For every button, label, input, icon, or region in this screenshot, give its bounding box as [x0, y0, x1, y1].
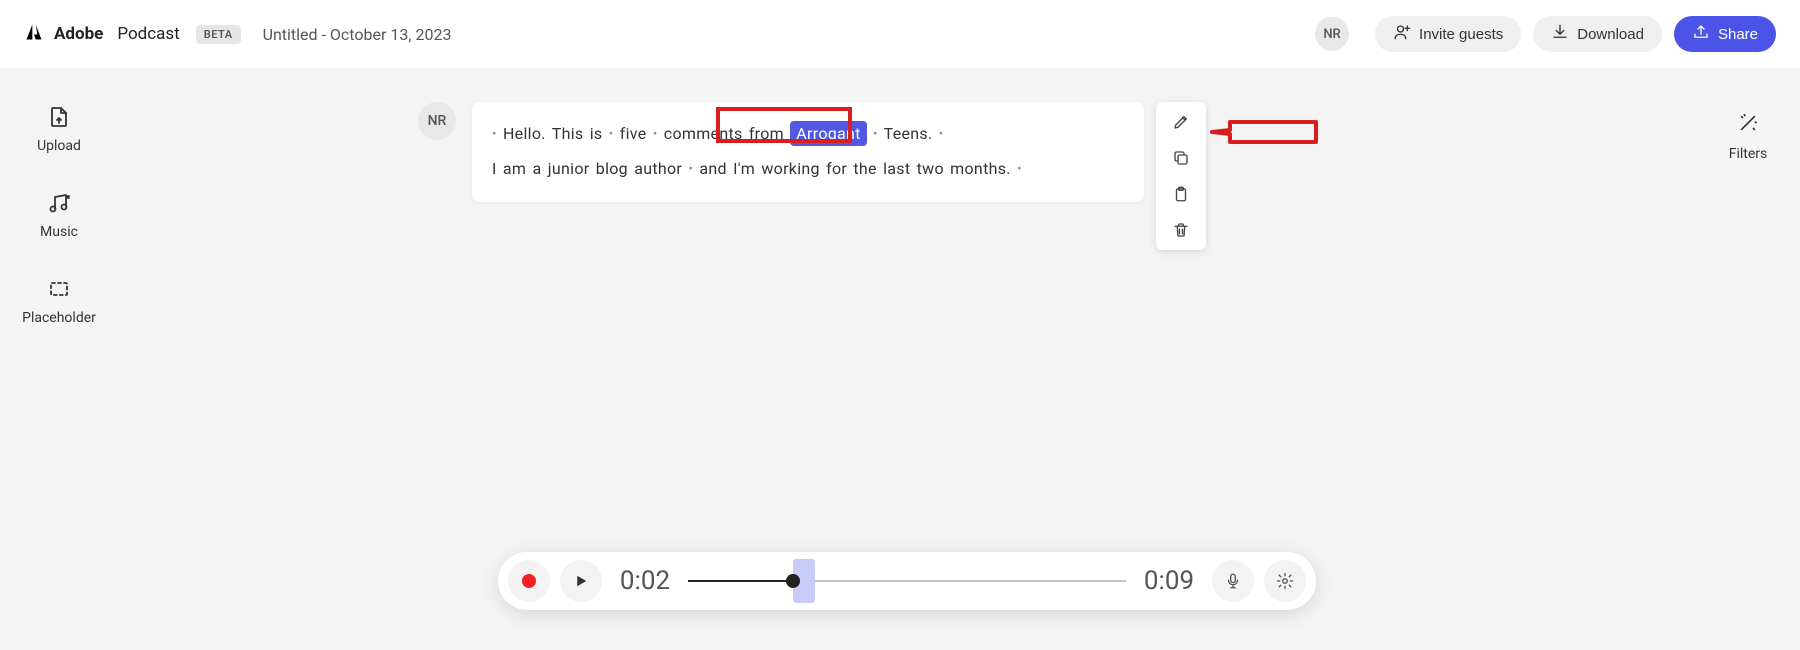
document-title[interactable]: Untitled - October 13, 2023: [263, 25, 452, 44]
share-label: Share: [1718, 26, 1758, 43]
transcript-line-1[interactable]: • Hello. This is • five • comments from …: [492, 120, 1124, 149]
record-dot-icon: [522, 574, 536, 588]
selected-word[interactable]: Arrogant: [790, 121, 866, 146]
pause-dot-icon: •: [653, 127, 658, 142]
total-time: 0:09: [1136, 566, 1202, 596]
pause-dot-icon: •: [688, 162, 693, 177]
sidebar-item-upload[interactable]: Upload: [37, 104, 81, 154]
transcript-block: NR • Hello. This is • five • comments fr…: [418, 102, 1144, 202]
pause-dot-icon: •: [492, 127, 497, 142]
user-avatar[interactable]: NR: [1315, 17, 1349, 51]
current-time: 0:02: [612, 566, 678, 596]
placeholder-label: Placeholder: [22, 310, 96, 326]
sidebar-item-placeholder[interactable]: Placeholder: [22, 276, 96, 326]
download-button[interactable]: Download: [1533, 16, 1662, 52]
main-content: NR • Hello. This is • five • comments fr…: [118, 68, 1696, 650]
filters-wand-icon: [1737, 112, 1759, 138]
trash-icon: [1172, 221, 1190, 239]
speaker-avatar[interactable]: NR: [418, 102, 456, 140]
edit-button[interactable]: [1171, 112, 1191, 132]
track-thumb[interactable]: [786, 574, 800, 588]
placeholder-icon: [46, 276, 72, 302]
share-button[interactable]: Share: [1674, 16, 1776, 52]
track-progress: [688, 580, 793, 582]
upload-file-icon: [46, 104, 72, 130]
annotation-arrow: [1208, 118, 1318, 146]
transcript-card[interactable]: • Hello. This is • five • comments from …: [472, 102, 1144, 202]
invite-label: Invite guests: [1419, 26, 1503, 43]
clipboard-icon: [1172, 185, 1190, 203]
beta-badge: BETA: [196, 25, 241, 44]
pencil-icon: [1172, 113, 1190, 131]
share-icon: [1692, 23, 1710, 45]
delete-button[interactable]: [1171, 220, 1191, 240]
mic-icon: [1224, 572, 1242, 590]
filters-label: Filters: [1729, 146, 1768, 162]
upload-label: Upload: [37, 138, 81, 154]
play-button[interactable]: [560, 560, 602, 602]
download-icon: [1551, 23, 1569, 45]
brand-group: Adobe Podcast BETA: [24, 22, 241, 46]
pause-dot-icon: •: [1017, 162, 1022, 177]
settings-button[interactable]: [1264, 560, 1306, 602]
gear-icon: [1276, 572, 1294, 590]
sidebar-item-music[interactable]: Music: [40, 190, 78, 240]
pause-dot-icon: •: [873, 127, 878, 142]
paste-button[interactable]: [1171, 184, 1191, 204]
right-sidebar: Filters: [1696, 68, 1800, 650]
pause-dot-icon: •: [939, 127, 944, 142]
download-label: Download: [1577, 26, 1644, 43]
invite-guests-button[interactable]: Invite guests: [1375, 16, 1521, 52]
copy-button[interactable]: [1171, 148, 1191, 168]
brand-text: Adobe: [54, 24, 103, 44]
person-plus-icon: [1393, 23, 1411, 45]
play-icon: [572, 572, 590, 590]
app-header: Adobe Podcast BETA Untitled - October 13…: [0, 0, 1800, 68]
mic-button[interactable]: [1212, 560, 1254, 602]
transcript-line-2[interactable]: I am a junior blog author • and I'm work…: [492, 155, 1124, 184]
adobe-logo-icon: [24, 22, 44, 46]
app-name-text: Podcast: [117, 24, 179, 44]
timeline-track[interactable]: [688, 571, 1126, 591]
filters-button[interactable]: Filters: [1729, 112, 1768, 162]
workspace: Upload Music Placeholder NR • Hello. Thi…: [0, 68, 1800, 650]
music-label: Music: [40, 224, 78, 240]
player-bar: 0:02 0:09: [498, 552, 1316, 610]
pause-dot-icon: •: [609, 127, 614, 142]
music-icon: [46, 190, 72, 216]
record-button[interactable]: [508, 560, 550, 602]
context-toolbar: [1156, 102, 1206, 250]
left-sidebar: Upload Music Placeholder: [0, 68, 118, 650]
copy-icon: [1172, 149, 1190, 167]
